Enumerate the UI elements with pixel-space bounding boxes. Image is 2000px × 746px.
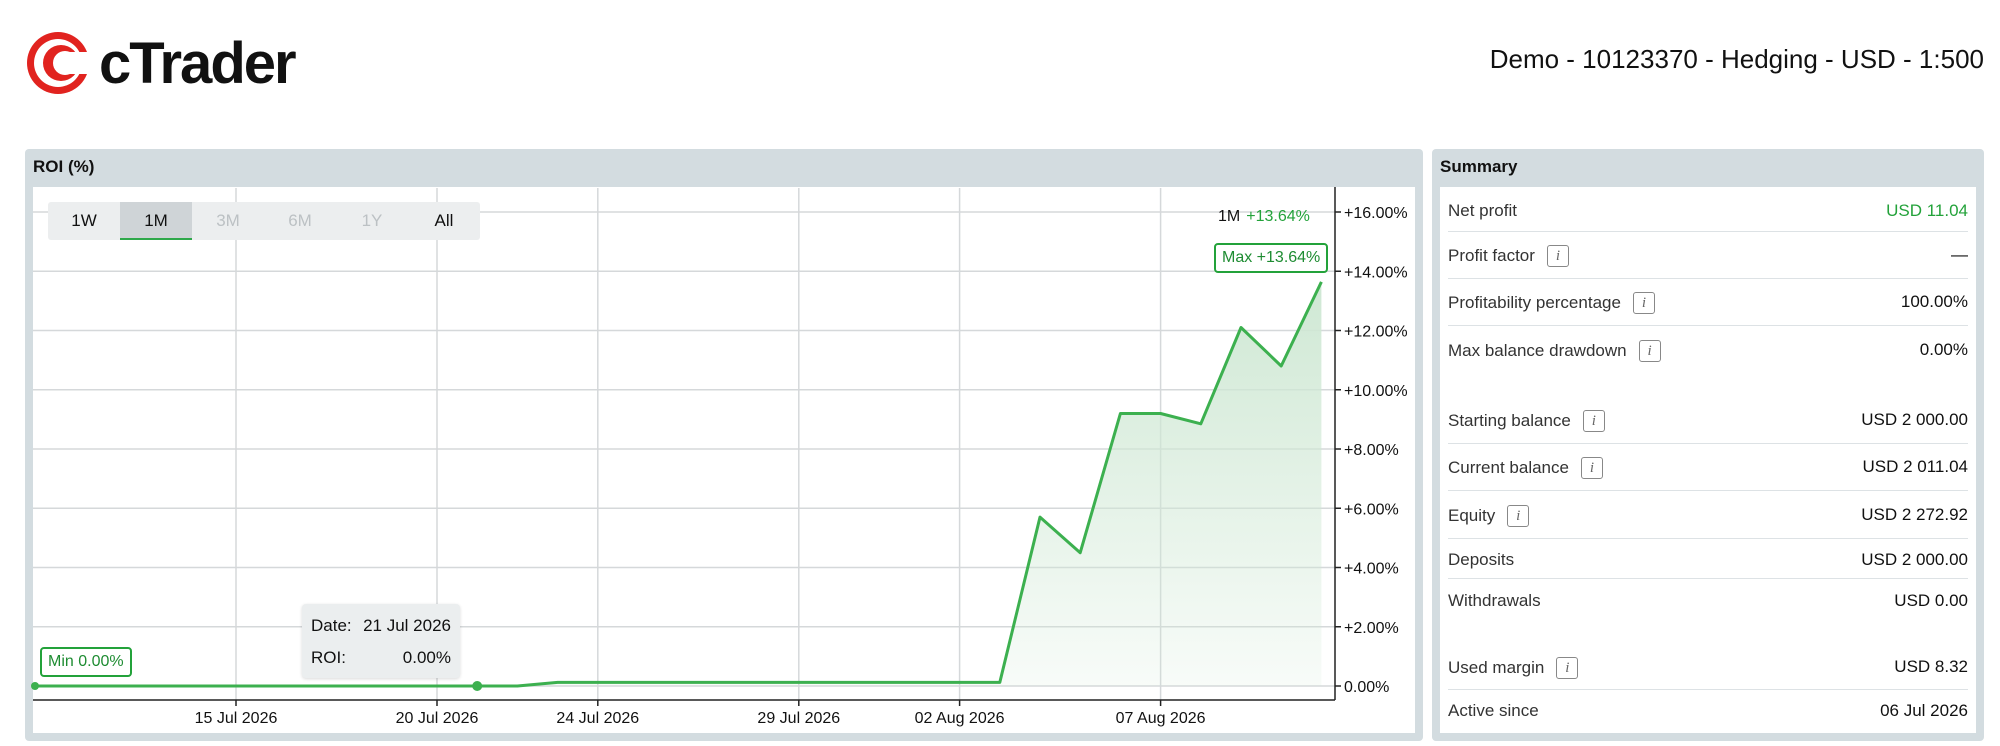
chart-tooltip: Date: 21 Jul 2026 ROI: 0.00% <box>302 604 460 678</box>
summary-label: Equity <box>1448 506 1496 525</box>
info-icon[interactable]: i <box>1507 505 1530 527</box>
summary-value: USD 2 011.04 <box>1862 457 1968 476</box>
tooltip-roi-label: ROI: <box>311 648 346 667</box>
summary-label: Starting balance <box>1448 411 1571 430</box>
info-icon[interactable]: i <box>1582 410 1605 432</box>
tab-6m: 6M <box>288 211 312 230</box>
summary-value: USD 2 000.00 <box>1861 410 1968 429</box>
tooltip-roi-row: ROI: 0.00% <box>311 648 451 668</box>
summary-value: USD 8.32 <box>1894 657 1968 676</box>
tab-3m: 3M <box>216 211 240 230</box>
summary-value: 06 Jul 2026 <box>1880 701 1968 720</box>
info-icon[interactable]: i <box>1556 657 1579 679</box>
summary-value: 100.00% <box>1900 292 1968 311</box>
summary-label: Withdrawals <box>1448 591 1541 610</box>
min-roi-marker: Min 0.00% <box>40 647 132 677</box>
range-change-value: +13.64% <box>1246 208 1310 225</box>
info-icon[interactable]: i <box>1632 292 1655 314</box>
max-roi-marker: Max +13.64% <box>1214 243 1329 273</box>
info-icon[interactable]: i <box>1580 457 1603 479</box>
summary-label: Net profit <box>1448 201 1517 220</box>
roi-chart-area <box>33 187 1415 733</box>
divider <box>1448 490 1968 491</box>
summary-label: Active since <box>1448 701 1539 720</box>
tooltip-date-value: 21 Jul 2026 <box>363 616 451 635</box>
summary-panel: Summary <box>1432 149 1984 741</box>
summary-label: Profitability percentage <box>1448 293 1621 312</box>
tab-1m[interactable]: 1M <box>120 202 192 240</box>
period-tabs: 1W 1M 3M 6M 1Y All <box>48 202 480 240</box>
summary-value: USD 0.00 <box>1894 591 1968 610</box>
tooltip-roi-value: 0.00% <box>402 648 451 667</box>
ctrader-logo[interactable]: cTrader <box>25 30 297 96</box>
ctrader-logo-icon <box>27 32 91 94</box>
summary-label: Profit factor <box>1448 246 1535 265</box>
summary-label: Current balance <box>1448 458 1569 477</box>
summary-value: USD 2 272.92 <box>1861 505 1968 524</box>
header: cTrader Demo - 10123370 - Hedging - USD … <box>0 0 2000 130</box>
divider <box>1448 578 1968 579</box>
tab-1w[interactable]: 1W <box>48 202 120 240</box>
summary-title: Summary <box>1440 157 1518 176</box>
divider <box>1448 538 1968 539</box>
divider <box>1448 325 1968 326</box>
tab-all[interactable]: All <box>408 202 480 240</box>
tooltip-date-label: Date: <box>311 616 352 635</box>
summary-value: — <box>1951 245 1968 264</box>
summary-value: USD 2 000.00 <box>1861 550 1968 569</box>
tooltip-date-row: Date: 21 Jul 2026 <box>311 616 451 636</box>
info-icon[interactable]: i <box>1638 340 1661 362</box>
info-icon[interactable]: i <box>1546 245 1569 267</box>
divider <box>1448 443 1968 444</box>
summary-label: Max balance drawdown <box>1448 341 1627 360</box>
range-period: 1M <box>1218 208 1241 225</box>
summary-label: Deposits <box>1448 550 1515 569</box>
summary-value: USD 11.04 <box>1886 201 1968 220</box>
account-info: Demo - 10123370 - Hedging - USD - 1:500 <box>1489 44 1984 74</box>
summary-value: 0.00% <box>1919 340 1968 359</box>
divider <box>1448 689 1968 690</box>
range-change-label: 1M +13.64% <box>1218 208 1310 226</box>
divider <box>1448 231 1968 232</box>
summary-label: Used margin <box>1448 658 1545 677</box>
tab-1y: 1Y <box>361 211 383 230</box>
divider <box>1448 278 1968 279</box>
logo-text: cTrader <box>99 30 297 96</box>
roi-panel-title: ROI (%) <box>33 157 95 176</box>
